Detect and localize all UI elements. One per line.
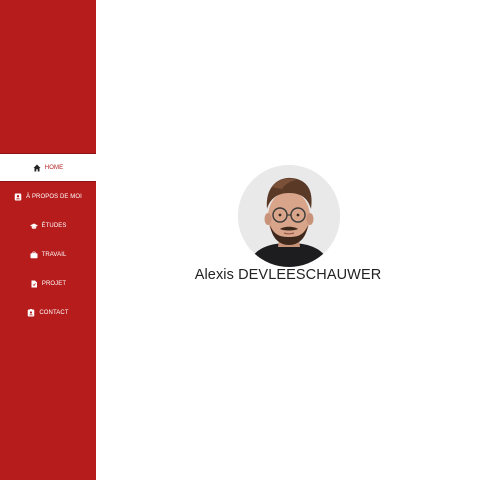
sidebar-item-label: TRAVAIL — [41, 251, 67, 258]
sidebar-item-contact[interactable]: CONTACT — [0, 298, 96, 327]
sidebar-item-label: PROJET — [41, 280, 67, 287]
briefcase-icon — [30, 251, 38, 259]
contact-card-icon — [27, 308, 35, 317]
sidebar-item-about[interactable]: À PROPOS DE MOI — [0, 182, 96, 211]
file-icon — [30, 280, 38, 288]
sidebar-item-label: À PROPOS DE MOI — [26, 193, 82, 200]
graduation-cap-icon — [29, 222, 38, 230]
page: HOME À PROPOS DE MOI ÉTUDES TRAVAIL PROJ… — [0, 0, 480, 480]
sidebar-item-project[interactable]: PROJET — [0, 269, 96, 298]
sidebar-item-label: CONTACT — [39, 309, 69, 316]
sidebar: HOME À PROPOS DE MOI ÉTUDES TRAVAIL PROJ… — [0, 0, 96, 480]
main-content: Alexis DEVLEESCHAUWER — [96, 0, 480, 480]
sidebar-nav: HOME À PROPOS DE MOI ÉTUDES TRAVAIL PROJ… — [0, 153, 96, 327]
sidebar-item-studies[interactable]: ÉTUDES — [0, 211, 96, 240]
home-icon — [33, 164, 41, 172]
profile-name: Alexis DEVLEESCHAUWER — [194, 267, 382, 283]
user-card-icon — [14, 193, 22, 201]
sidebar-item-work[interactable]: TRAVAIL — [0, 240, 96, 269]
sidebar-item-home[interactable]: HOME — [0, 153, 96, 182]
sidebar-item-label: ÉTUDES — [41, 222, 67, 229]
sidebar-item-label: HOME — [44, 164, 64, 171]
avatar — [238, 165, 340, 267]
